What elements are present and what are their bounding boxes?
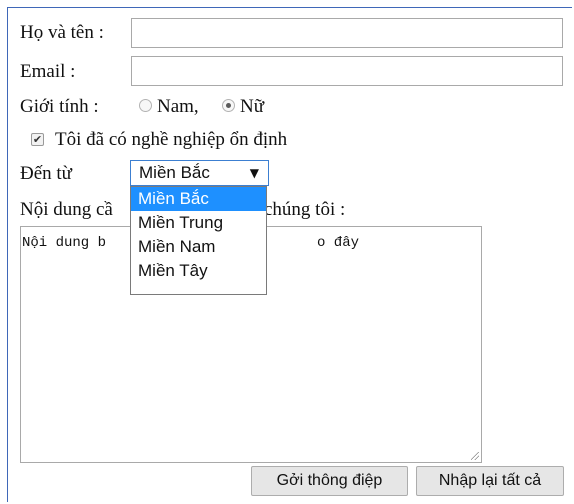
submit-button[interactable]: Gởi thông điệp: [251, 466, 408, 496]
reset-button[interactable]: Nhập lại tất cả: [416, 466, 564, 496]
gender-label: Giới tính :: [20, 96, 99, 117]
origin-option-mien-tay[interactable]: Miền Tây: [131, 259, 266, 283]
origin-select-value: Miền Bắc: [139, 163, 210, 182]
name-label: Họ và tên :: [20, 22, 104, 43]
triangle-down-icon: ▼: [249, 166, 259, 180]
name-input[interactable]: [131, 18, 563, 48]
origin-select[interactable]: Miền Bắc ▼: [130, 160, 269, 186]
employment-label: Tôi đã có nghề nghiệp ổn định: [55, 129, 288, 150]
employment-checkbox[interactable]: ✔: [31, 133, 44, 146]
origin-option-mien-nam[interactable]: Miền Nam: [131, 235, 266, 259]
email-input[interactable]: [131, 56, 563, 86]
origin-option-mien-trung[interactable]: Miền Trung: [131, 211, 266, 235]
message-text: Nội dung b: [22, 235, 107, 251]
message-label-tail: chúng tôi :: [264, 199, 346, 220]
gender-female-label: Nữ: [240, 96, 265, 117]
origin-dropdown-list: Miền Bắc Miền Trung Miền Nam Miền Tây: [130, 186, 267, 295]
origin-option-mien-bac[interactable]: Miền Bắc: [131, 187, 266, 211]
message-text-tail: o đây: [317, 235, 360, 251]
gender-radio-female[interactable]: [222, 99, 235, 112]
gender-radio-male[interactable]: [139, 99, 152, 112]
origin-label: Đến từ: [20, 163, 72, 184]
email-label: Email :: [20, 61, 76, 82]
message-label: Nội dung cầ: [20, 199, 113, 220]
gender-male-label: Nam,: [157, 96, 199, 117]
resize-grip-icon[interactable]: [471, 452, 479, 460]
